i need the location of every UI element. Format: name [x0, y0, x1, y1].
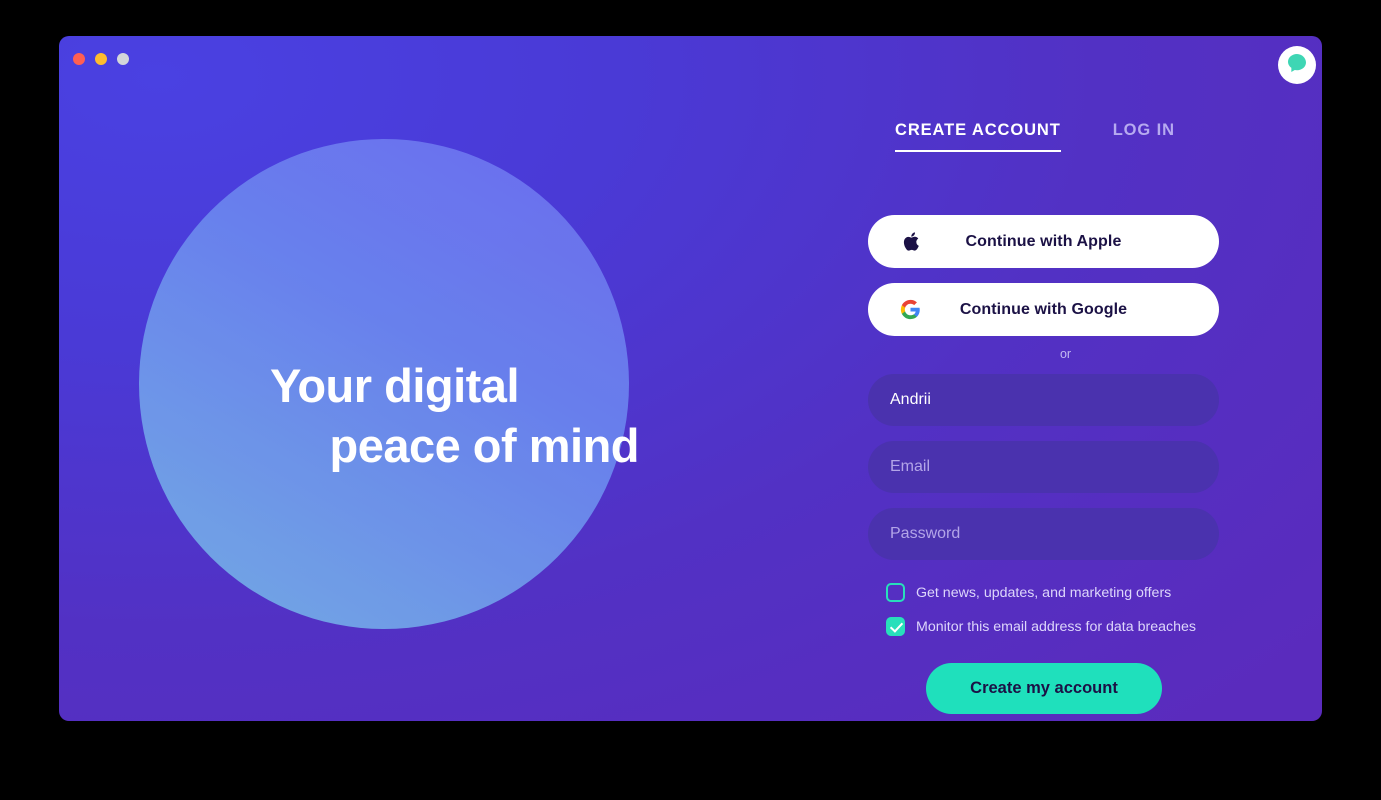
newsletter-checkbox[interactable] — [886, 583, 905, 602]
hero-headline-line-1: Your digital — [269, 359, 520, 412]
or-divider: or — [1059, 347, 1072, 361]
continue-with-google-label: Continue with Google — [959, 300, 1128, 318]
google-icon — [898, 298, 922, 322]
hero-section: Your digital peace of mind — [59, 36, 759, 721]
signup-panel: CREATE ACCOUNT LOG IN Continue with Appl… — [809, 36, 1322, 721]
continue-with-apple-button[interactable]: Continue with Apple — [868, 215, 1219, 268]
email-input[interactable] — [868, 441, 1219, 493]
tab-create-account[interactable]: CREATE ACCOUNT — [895, 121, 1061, 152]
chat-bubble-icon — [1285, 51, 1309, 80]
name-input[interactable] — [868, 374, 1219, 426]
auth-tabs: CREATE ACCOUNT LOG IN — [895, 121, 1175, 152]
apple-icon — [898, 230, 922, 254]
continue-with-apple-label: Continue with Apple — [965, 232, 1122, 250]
newsletter-checkbox-row[interactable]: Get news, updates, and marketing offers — [886, 583, 1171, 602]
support-chat-button[interactable] — [1278, 46, 1316, 84]
hero-headline: Your digital peace of mind — [119, 356, 640, 476]
app-window: Your digital peace of mind CREATE ACCOUN… — [59, 36, 1322, 721]
breach-monitor-checkbox-row[interactable]: Monitor this email address for data brea… — [886, 617, 1196, 636]
create-account-button[interactable]: Create my account — [926, 663, 1162, 714]
hero-headline-line-2: peace of mind — [329, 419, 639, 473]
screen: Your digital peace of mind CREATE ACCOUN… — [0, 0, 1381, 800]
tab-log-in[interactable]: LOG IN — [1113, 121, 1175, 150]
breach-monitor-checkbox-label: Monitor this email address for data brea… — [916, 618, 1196, 635]
newsletter-checkbox-label: Get news, updates, and marketing offers — [916, 584, 1172, 601]
continue-with-google-button[interactable]: Continue with Google — [868, 283, 1219, 336]
password-input[interactable] — [868, 508, 1219, 560]
breach-monitor-checkbox[interactable] — [886, 617, 905, 636]
